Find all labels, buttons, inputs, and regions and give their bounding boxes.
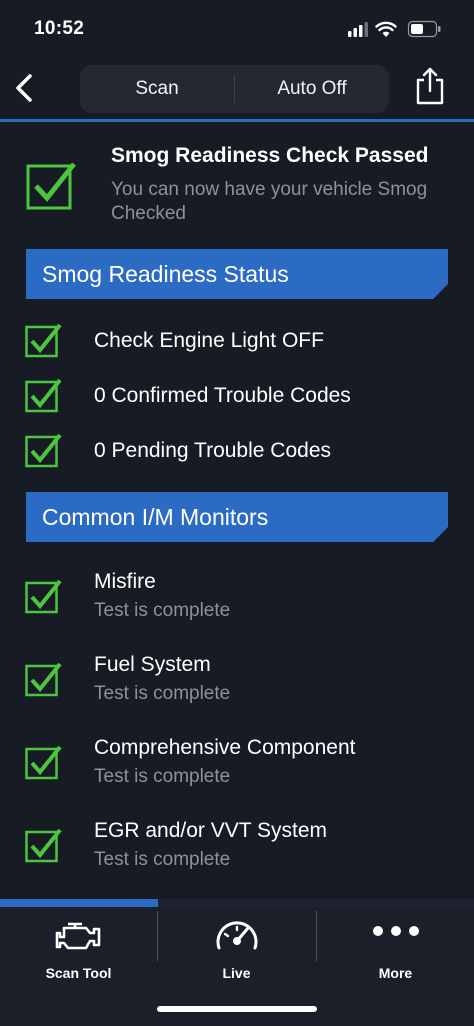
check-mark-icon: [25, 432, 63, 468]
bottom-tab-bar: Scan Tool Live More: [0, 907, 474, 1026]
status-time: 10:52: [34, 18, 85, 39]
wifi-icon: [375, 21, 397, 37]
status-icons: [346, 18, 456, 40]
check-mark-icon: [25, 744, 63, 780]
active-tab-indicator-fill: [0, 899, 158, 907]
tab-scan-tool[interactable]: Scan Tool: [0, 907, 157, 997]
monitor-status: Test is complete: [94, 683, 231, 704]
list-item: Misfire Test is complete: [0, 566, 474, 626]
monitor-name: Comprehensive Component: [94, 736, 356, 759]
summary-subtitle: You can now have your vehicle Smog Check…: [111, 179, 428, 224]
segment-auto-off[interactable]: Auto Off: [235, 65, 389, 113]
tab-more-label: More: [378, 965, 413, 981]
segment-auto-off-label: Auto Off: [277, 78, 347, 99]
monitor-name: EGR and/or VVT System: [94, 819, 328, 842]
monitor-name: Fuel System: [94, 653, 211, 676]
segment-scan-label: Scan: [135, 78, 179, 99]
status-bar: 10:52: [0, 0, 474, 56]
battery-icon: [407, 20, 441, 38]
check-mark-icon: [25, 322, 63, 358]
monitor-status: Test is complete: [94, 849, 231, 870]
tab-scan-tool-label: Scan Tool: [45, 965, 112, 981]
header-divider-line: [0, 119, 474, 122]
tab-live-label: Live: [222, 965, 251, 981]
readiness-item-label: 0 Pending Trouble Codes: [94, 439, 331, 462]
tab-live[interactable]: Live: [158, 907, 315, 997]
check-mark-icon: [25, 827, 63, 863]
tab-more[interactable]: More: [317, 907, 474, 997]
list-item: 0 Confirmed Trouble Codes: [0, 375, 474, 415]
list-item: Check Engine Light OFF: [0, 320, 474, 360]
monitor-name: Misfire: [94, 570, 156, 593]
gauge-icon: [212, 915, 262, 955]
check-mark-icon: [25, 578, 63, 614]
share-icon[interactable]: [414, 66, 446, 106]
list-item: 0 Pending Trouble Codes: [0, 430, 474, 470]
readiness-section-header: Smog Readiness Status: [26, 249, 448, 299]
scan-mode-segmented-control: Scan Auto Off: [80, 65, 389, 113]
home-indicator[interactable]: [157, 1006, 317, 1012]
monitor-status: Test is complete: [94, 600, 231, 621]
check-mark-icon: [26, 160, 78, 210]
more-dots-icon: [371, 915, 421, 955]
back-chevron-icon[interactable]: [10, 70, 42, 106]
cellular-signal-icon: [348, 22, 368, 37]
monitors-section-header: Common I/M Monitors: [26, 492, 448, 542]
monitor-status: Test is complete: [94, 766, 231, 787]
list-item: Comprehensive Component Test is complete: [0, 732, 474, 792]
summary-title: Smog Readiness Check Passed: [111, 144, 429, 167]
readiness-item-label: 0 Confirmed Trouble Codes: [94, 384, 351, 407]
readiness-summary: Smog Readiness Check Passed You can now …: [0, 140, 474, 236]
check-mark-icon: [25, 377, 63, 413]
list-item: Fuel System Test is complete: [0, 649, 474, 709]
active-tab-indicator: [0, 899, 474, 907]
segment-scan[interactable]: Scan: [80, 65, 234, 113]
top-bar: Scan Auto Off: [0, 56, 474, 120]
monitors-section-title: Common I/M Monitors: [42, 504, 269, 530]
list-item: EGR and/or VVT System Test is complete: [0, 815, 474, 875]
engine-icon: [54, 915, 104, 955]
check-mark-icon: [25, 661, 63, 697]
readiness-item-label: Check Engine Light OFF: [94, 329, 324, 352]
readiness-section-title: Smog Readiness Status: [42, 261, 289, 287]
